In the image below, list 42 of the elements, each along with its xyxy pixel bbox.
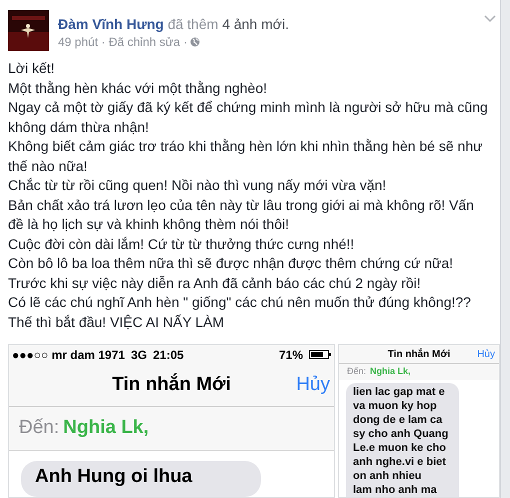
message-text: lien lac gap mat e bbox=[353, 385, 446, 399]
message-text: on anh nhieu bbox=[353, 469, 422, 483]
globe-icon[interactable] bbox=[190, 37, 200, 47]
message-text: lam nho anh ma bbox=[353, 483, 438, 497]
post-text: Một thằng hèn khác với một thằng nghèo! bbox=[8, 78, 268, 98]
cancel-button[interactable]: Hủy bbox=[477, 346, 495, 362]
post-text: Có lẽ các chú nghĩ Anh hèn " giống" các chú nên muốn thử đúng không!?? bbox=[8, 293, 472, 312]
clock-text: 21:05 bbox=[152, 346, 184, 364]
post-text: Cuộc đời còn dài lắm! Cứ từ từ thưởng thức cưng nhé!! bbox=[8, 234, 356, 254]
post-text: Không biết cảm giác trơ tráo khi thằng hèn lớn khi nhìn thằng hèn bé sẽ như thế nào nữa! bbox=[8, 137, 484, 176]
message-text: dong de e lam ca bbox=[353, 413, 444, 427]
network-text: 3G bbox=[130, 346, 147, 364]
to-label: Đến: bbox=[19, 416, 60, 440]
cancel-button[interactable]: Hủy bbox=[296, 371, 330, 400]
post-text: Thế thì bắt đầu! VIỆC AI NẤY LÀM bbox=[8, 312, 226, 332]
photo[interactable]: Tin nhắn Mới Hủy Đến: Nghia Lk, lien lac gap mat e va muon ky hop dong de e lam ca sy cho anh Quang Le.e muon ke cho anh nghe.vi e biet on anh nhieu lam nho anh ma bbox=[338, 344, 500, 498]
post-text: Trước khi sự việc này diễn ra Anh đã cảnh báo các chú 2 ngày rồi! bbox=[8, 274, 422, 293]
recipient-name: Nghia Lk, bbox=[63, 416, 149, 440]
message-text: Anh Hung oi lhua bbox=[35, 467, 194, 487]
post-meta: 49 phút · Đã chỉnh sửa · bbox=[58, 34, 188, 50]
battery-icon bbox=[309, 350, 331, 360]
post-text: Chắc từ từ rồi cũng quen! Nồi nào thì vung nấy mới vừa vặn! bbox=[8, 176, 388, 195]
message-text: va muon ky hop bbox=[353, 399, 438, 413]
carrier-text: ●●●○○ mr dam 1971 bbox=[12, 346, 125, 364]
author-link[interactable]: Đàm Vĩnh Hưng bbox=[58, 16, 164, 32]
chevron-down-icon[interactable] bbox=[484, 15, 496, 23]
action-text: đã thêm bbox=[168, 16, 218, 32]
nav-title: Tin nhắn Mới bbox=[388, 347, 450, 362]
post-text: Ngay cả một tờ giấy đã ký kết để chứng minh mình là người sở hữu mà cũng không dám thừa nhận! bbox=[8, 98, 489, 137]
to-label: Đến: bbox=[347, 365, 366, 378]
post-text: Lời kết! bbox=[8, 59, 56, 78]
avatar[interactable] bbox=[8, 10, 49, 51]
recipient-name: Nghia Lk, bbox=[370, 365, 411, 378]
battery-text: 71% bbox=[278, 346, 303, 364]
message-text: Le.e muon ke cho bbox=[353, 441, 447, 455]
photos-link[interactable]: 4 ảnh mới. bbox=[222, 16, 289, 32]
message-text: anh nghe.vi e biet bbox=[353, 455, 447, 469]
post-text: Còn bô lô ba loa thêm nữa thì sẽ được nhận được thêm chứng cứ nữa! bbox=[8, 254, 454, 273]
message-text: sy cho anh Quang bbox=[353, 427, 450, 441]
photo[interactable]: ●●●○○ mr dam 1971 3G 21:05 71% Tin nhắn Mới Hủy Đến: Nghia Lk, Anh Hung oi lhua bbox=[8, 344, 335, 498]
nav-title: Tin nhắn Mới bbox=[112, 372, 231, 398]
post-text: Bản chất xảo trá lươn lẹo của tên này từ lâu trong giới ai mà không rõ! Vấn đề là họ lịch sự và khinh không thèm nói thôi! bbox=[8, 196, 475, 234]
